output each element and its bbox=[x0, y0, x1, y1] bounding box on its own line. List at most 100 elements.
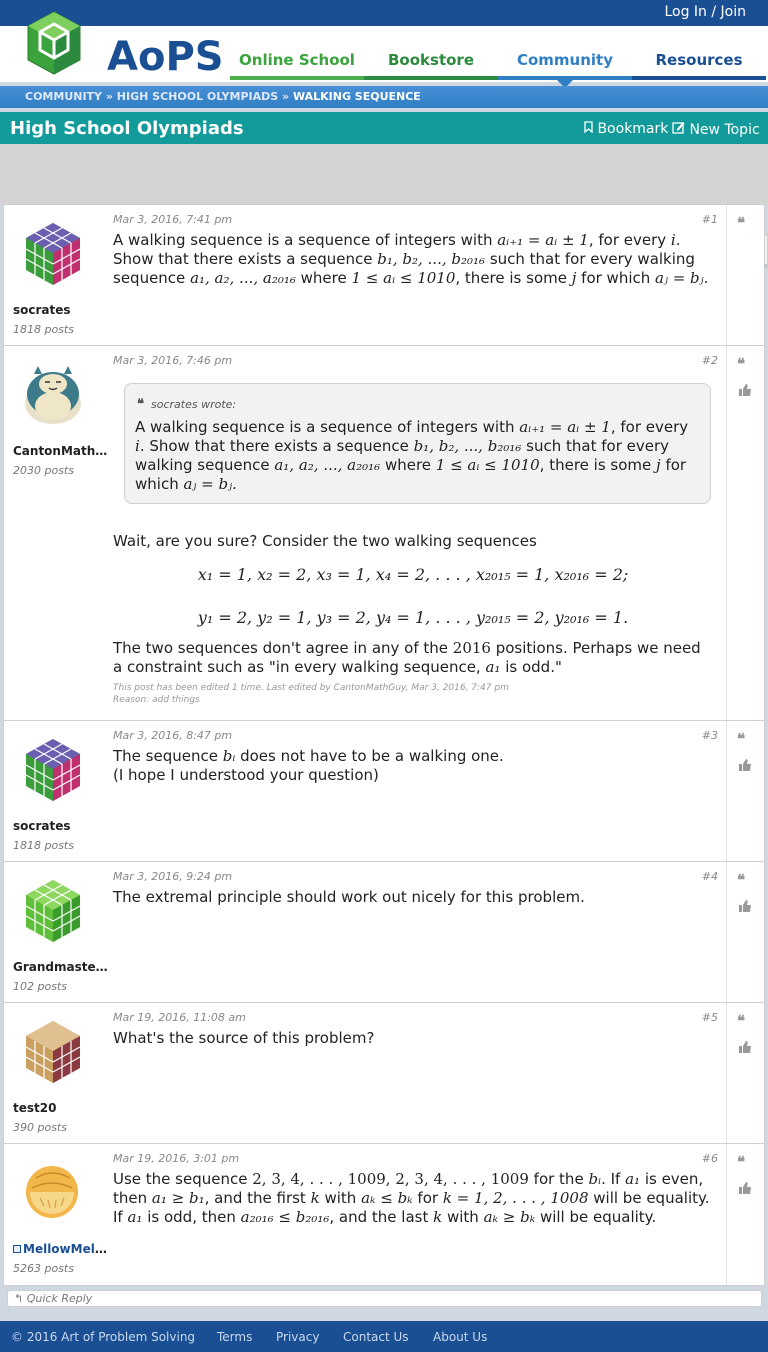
footer-about-link[interactable]: About Us bbox=[433, 1330, 487, 1344]
logo-text: AoPS bbox=[107, 34, 224, 80]
post-number[interactable]: #6 bbox=[702, 1152, 718, 1165]
post-count: 390 posts bbox=[13, 1121, 67, 1134]
math: a₂₀₁₆ ≤ b₂₀₁₆ bbox=[240, 1208, 330, 1226]
forum-header: High School Olympiads Bookmark New Topic bbox=[0, 112, 768, 144]
copyright: © 2016 Art of Problem Solving bbox=[11, 1330, 196, 1344]
post-text: , and the first bbox=[204, 1189, 311, 1207]
bookmark-label: Bookmark bbox=[597, 121, 669, 137]
post-date[interactable]: Mar 3, 2016, 9:24 pm bbox=[113, 870, 232, 883]
post-number[interactable]: #4 bbox=[702, 870, 718, 883]
math: 1 ≤ aᵢ ≤ 1010 bbox=[435, 456, 540, 474]
aops-logo[interactable]: AoPS bbox=[24, 10, 224, 82]
ad-space bbox=[0, 144, 768, 204]
post-text: , there is some bbox=[455, 269, 572, 287]
post-actions: ❝ bbox=[726, 721, 764, 861]
post-text: Use the sequence bbox=[113, 1170, 253, 1188]
nav-label: Online School bbox=[239, 51, 355, 69]
post-count: 1818 posts bbox=[13, 323, 74, 336]
quote-icon[interactable]: ❝ bbox=[737, 1012, 745, 1030]
breadcrumb-community[interactable]: COMMUNITY bbox=[25, 90, 102, 103]
breadcrumb-hso[interactable]: HIGH SCHOOL OLYMPIADS bbox=[117, 90, 278, 103]
post-text: does not have to be a walking one. bbox=[235, 747, 504, 765]
quote-icon[interactable]: ❝ bbox=[737, 1153, 745, 1171]
math: a₁ bbox=[485, 658, 501, 676]
breadcrumb: COMMUNITY » HIGH SCHOOL OLYMPIADS » WALK… bbox=[25, 90, 421, 103]
nav-online-school[interactable]: Online School bbox=[230, 48, 364, 80]
username[interactable]: test20 bbox=[13, 1101, 109, 1115]
thumbs-up-icon[interactable] bbox=[738, 1182, 752, 1194]
post-actions: ❝ bbox=[726, 862, 764, 1002]
quote-icon[interactable]: ❝ bbox=[737, 214, 745, 232]
post-count: 2030 posts bbox=[13, 464, 74, 477]
post-body: The extremal principle should work out n… bbox=[113, 888, 713, 907]
nav-community[interactable]: Community bbox=[498, 48, 632, 88]
math: a₁ bbox=[127, 1208, 143, 1226]
post-count: 102 posts bbox=[13, 980, 67, 993]
edit-note: This post has been edited 1 time. Last e… bbox=[113, 683, 509, 693]
math: 2, 3, 4, . . . , 1009, 2, 3, 4, . . . , … bbox=[252, 1170, 529, 1188]
thumbs-up-icon[interactable] bbox=[738, 900, 752, 912]
login-join-link[interactable]: Log In / Join bbox=[664, 4, 746, 20]
username[interactable]: CantonMathGuy bbox=[13, 444, 109, 458]
avatar-green-cube-icon bbox=[25, 880, 81, 942]
footer-contact-link[interactable]: Contact Us bbox=[343, 1330, 409, 1344]
username[interactable]: Grandmaster… bbox=[13, 960, 109, 974]
post-text: with bbox=[319, 1189, 362, 1207]
nav-label: Resources bbox=[655, 51, 743, 69]
post: ❝ socrates 1818 posts Mar 3, 2016, 7:41 … bbox=[4, 205, 764, 346]
bookmark-button[interactable]: Bookmark bbox=[584, 121, 668, 137]
thumbs-up-icon[interactable] bbox=[738, 759, 752, 771]
forum-title[interactable]: High School Olympiads bbox=[10, 118, 244, 139]
post-count: 5263 posts bbox=[13, 1262, 74, 1275]
math: a₁ ≥ b₁ bbox=[151, 1189, 205, 1207]
post-text: . If bbox=[601, 1170, 626, 1188]
post-text: What's the source of this problem? bbox=[113, 1029, 375, 1047]
quote-icon[interactable]: ❝ bbox=[737, 355, 745, 373]
post-text: with bbox=[442, 1208, 484, 1226]
math: a₁ bbox=[625, 1170, 641, 1188]
post-text: Wait, are you sure? Consider the two wal… bbox=[113, 532, 537, 550]
post-actions: ❝ bbox=[726, 205, 764, 345]
post-text: The two sequences don't agree in any of … bbox=[113, 639, 453, 657]
username[interactable]: socrates bbox=[13, 819, 109, 833]
footer-terms-link[interactable]: Terms bbox=[217, 1330, 252, 1344]
post-date[interactable]: Mar 3, 2016, 7:46 pm bbox=[113, 354, 232, 367]
quote-icon[interactable]: ❝ bbox=[737, 871, 745, 889]
post-number[interactable]: #3 bbox=[702, 729, 718, 742]
new-topic-button[interactable]: New Topic bbox=[672, 121, 760, 138]
thumbs-up-icon[interactable] bbox=[738, 384, 752, 396]
breadcrumb-topic[interactable]: WALKING SEQUENCE bbox=[293, 90, 421, 103]
nav-bookstore[interactable]: Bookstore bbox=[364, 48, 498, 80]
post-date[interactable]: Mar 3, 2016, 8:47 pm bbox=[113, 729, 232, 742]
math: bᵢ bbox=[222, 747, 236, 765]
edit-icon bbox=[672, 122, 685, 134]
avatar-cube-icon bbox=[25, 223, 81, 285]
thumbs-up-icon[interactable] bbox=[738, 1041, 752, 1053]
math: b₁, b₂, ..., b₂₀₁₆ bbox=[377, 250, 486, 268]
post: ❝ CantonMathGuy 2030 posts Mar 3, 2016, … bbox=[4, 346, 764, 721]
math: aₖ ≤ bₖ bbox=[361, 1189, 413, 1207]
math: k = 1, 2, . . . , 1008 bbox=[442, 1189, 589, 1207]
quote-block: ❝ socrates wrote: A walking sequence is … bbox=[124, 383, 711, 504]
quote-author: socrates wrote: bbox=[151, 398, 237, 411]
post-number[interactable]: #1 bbox=[702, 213, 718, 226]
username[interactable]: socrates bbox=[13, 303, 109, 317]
post-text: , for every bbox=[588, 231, 671, 249]
post-date[interactable]: Mar 19, 2016, 11:08 am bbox=[113, 1011, 246, 1024]
math: k bbox=[310, 1189, 320, 1207]
footer-privacy-link[interactable]: Privacy bbox=[276, 1330, 319, 1344]
math-display: x₁ = 1, x₂ = 2, x₃ = 1, x₄ = 2, . . . , … bbox=[197, 565, 629, 584]
bookmark-icon bbox=[584, 121, 593, 134]
post-text: , for every bbox=[610, 418, 689, 436]
avatar-snorlax-icon bbox=[25, 366, 81, 424]
quote-icon[interactable]: ❝ bbox=[737, 730, 745, 748]
post-date[interactable]: Mar 19, 2016, 3:01 pm bbox=[113, 1152, 239, 1165]
post-body: Wait, are you sure? Consider the two wal… bbox=[113, 532, 713, 706]
username[interactable]: MellowMelon bbox=[13, 1242, 109, 1256]
post-number[interactable]: #5 bbox=[702, 1011, 718, 1024]
post-number[interactable]: #2 bbox=[702, 354, 718, 367]
post-text: for the bbox=[528, 1170, 589, 1188]
quick-reply-button[interactable]: ↰ Quick Reply bbox=[7, 1290, 762, 1307]
nav-resources[interactable]: Resources bbox=[632, 48, 766, 80]
post-date[interactable]: Mar 3, 2016, 7:41 pm bbox=[113, 213, 232, 226]
